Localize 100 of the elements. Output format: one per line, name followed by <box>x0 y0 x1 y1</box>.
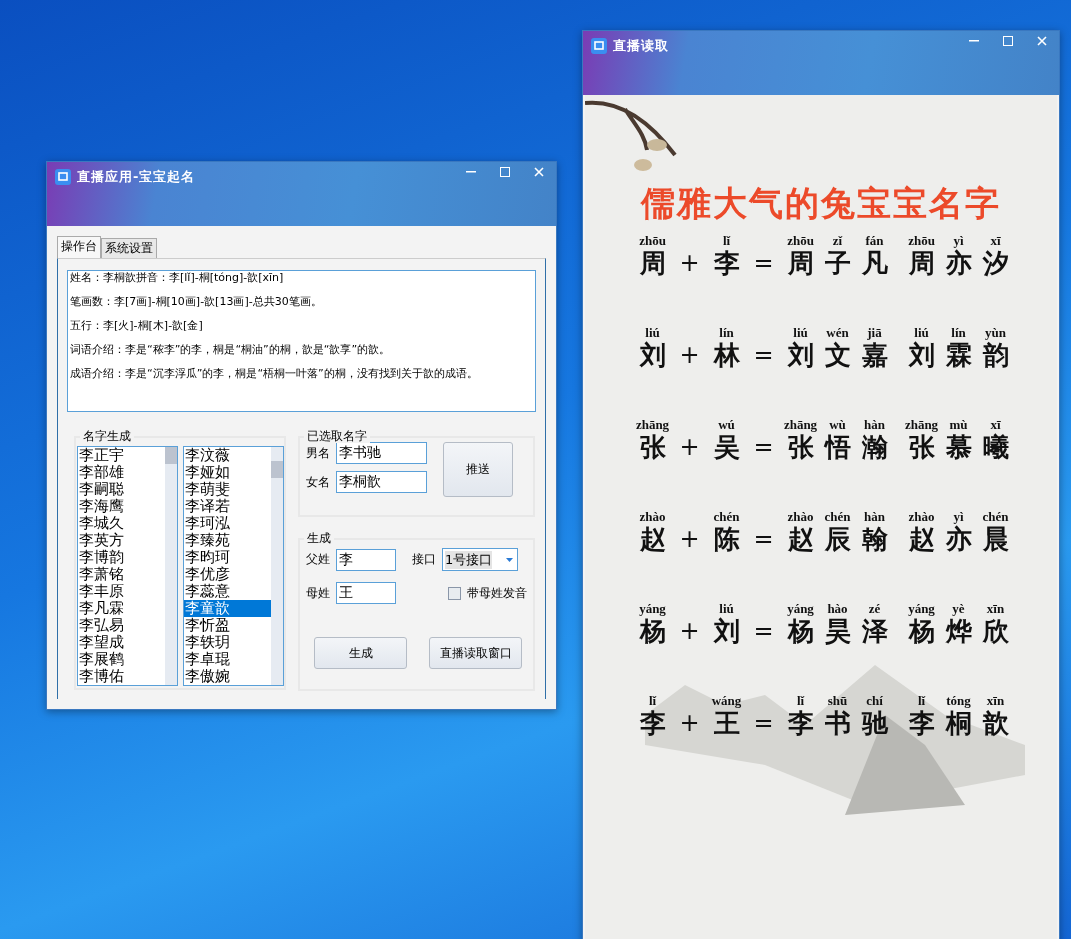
hanzi-text: 书 <box>824 708 851 738</box>
list-item[interactable]: 李傲婉 <box>184 668 272 685</box>
hanzi-text: 慕 <box>945 432 972 462</box>
list-item[interactable]: 李蕊意 <box>184 583 272 600</box>
pinyin-text: yùn <box>985 325 1006 340</box>
list-item[interactable]: 李优彦 <box>184 566 272 583</box>
hanzi-text: 杨 <box>787 616 814 646</box>
app-icon <box>55 169 71 185</box>
info-text-area[interactable]: 姓名：李桐歆拼音：李[lǐ]-桐[tóng]-歆[xīn] 笔画数：李[7画]-桐[10画]-歆[13画]-总共30笔画。 五行：李[火]-桐[木]-歆[金] 词语介绍：李是“秾李”的李，桐是“桐油”的桐，歆是“歆享”的歆。 成语介绍：李是“沉李浮瓜”的李，桐是“梧桐一叶落”的桐，没有找到关于歆的成语。 <box>67 270 536 412</box>
list-item[interactable]: 李珂泓 <box>184 515 272 532</box>
list-item[interactable]: 李娅如 <box>184 464 272 481</box>
name-list[interactable]: 李正宇 李部雄 李嗣聪 李海鹰 李城久 李英方 李博韵 李萧铭 李丰原 李凡霖 李弘易 李望成 李展鹤 李博佑 <box>77 446 178 686</box>
list-item[interactable]: 李城久 <box>78 515 166 532</box>
tab[interactable]: 操作台 <box>57 236 101 258</box>
hanzi-text: 周 <box>908 248 935 278</box>
list-item[interactable]: 李望成 <box>78 634 166 651</box>
list-item[interactable]: 李昀珂 <box>184 549 272 566</box>
hanzi-text: 亦 <box>945 524 972 554</box>
push-button[interactable]: 推送 <box>443 442 513 497</box>
list-item[interactable]: 李轶玥 <box>184 634 272 651</box>
list-item[interactable]: 李海鹰 <box>78 498 166 515</box>
maximize-icon <box>1003 36 1013 46</box>
window-title: 直播读取 <box>613 37 669 55</box>
pinyin-text: wén <box>826 325 849 340</box>
hanzi-text: 悟 <box>824 432 851 462</box>
hanzi-text: 亦 <box>945 248 972 278</box>
list-item[interactable]: 李童歆 <box>184 600 272 617</box>
minimize-icon <box>969 40 979 42</box>
plus-sign: + <box>678 248 701 278</box>
pinyin-text: zhào <box>787 509 814 524</box>
pinyin-text: hào <box>827 601 848 616</box>
input-field[interactable]: 王 <box>336 582 396 604</box>
close-icon <box>534 167 544 177</box>
list-item[interactable]: 李弘易 <box>78 617 166 634</box>
pinyin-text: wáng <box>711 693 742 708</box>
equals-sign: = <box>752 432 775 462</box>
list-item[interactable]: 李卓琨 <box>184 651 272 668</box>
list-item[interactable]: 李博韵 <box>78 549 166 566</box>
pinyin-text: chén <box>713 509 740 524</box>
pinyin-text: liú <box>645 325 660 340</box>
hanzi-text: 王 <box>713 708 740 738</box>
pinyin-text: zhào <box>908 509 935 524</box>
checkbox-label: 带母姓发音 <box>467 584 527 602</box>
list-item[interactable]: 李汶薇 <box>184 447 272 464</box>
pinyin-text: zhōu <box>908 233 935 248</box>
list-item[interactable]: 李嗣聪 <box>78 481 166 498</box>
scrollbar[interactable] <box>165 447 177 685</box>
pinyin-text: shū <box>827 693 848 708</box>
input-field[interactable]: 李 <box>336 548 396 571</box>
input-field[interactable]: 李书驰 <box>336 442 427 464</box>
hanzi-text: 张 <box>639 432 666 462</box>
hanzi-text: 赵 <box>908 524 935 554</box>
hanzi-text: 翰 <box>861 524 888 554</box>
checkbox[interactable] <box>448 586 461 600</box>
hanzi-text: 李 <box>908 708 935 738</box>
list-item[interactable]: 李博佑 <box>78 668 166 685</box>
pinyin-text: yáng <box>908 601 935 616</box>
field-label: 女名 <box>306 473 330 491</box>
list-item[interactable]: 李展鹤 <box>78 651 166 668</box>
name-list[interactable]: 李汶薇 李娅如 李萌斐 李译若 李珂泓 李臻苑 李昀珂 李优彦 李蕊意 李童歆 李忻盈 李轶玥 李卓琨 李傲婉 <box>183 446 284 686</box>
hanzi-text: 烨 <box>945 616 972 646</box>
list-item[interactable]: 李忻盈 <box>184 617 272 634</box>
pinyin-text: zhōu <box>639 233 666 248</box>
list-item[interactable]: 李英方 <box>78 532 166 549</box>
pinyin-text: yè <box>952 601 965 616</box>
pinyin-text: chí <box>866 693 883 708</box>
scroll-thumb[interactable] <box>271 461 283 478</box>
list-item[interactable]: 李译若 <box>184 498 272 515</box>
action-button[interactable]: 生成 <box>314 637 407 669</box>
hanzi-text: 汐 <box>982 248 1009 278</box>
pinyin-text: zǐ <box>832 233 843 248</box>
list-item[interactable]: 李臻苑 <box>184 532 272 549</box>
hanzi-text: 杨 <box>908 616 935 646</box>
port-dropdown[interactable]: 1号接口 <box>442 548 518 571</box>
hanzi-text: 陈 <box>713 524 740 554</box>
scroll-thumb[interactable] <box>165 447 177 464</box>
list-item[interactable]: 李丰原 <box>78 583 166 600</box>
field-label: 接口 <box>412 551 436 568</box>
input-field[interactable]: 李桐歆 <box>336 471 427 493</box>
tab[interactable]: 系统设置 <box>101 238 157 258</box>
pinyin-text: lǐ <box>722 233 731 248</box>
info-line: 五行：李[火]-桐[木]-歆[金] <box>70 319 204 332</box>
dropdown-arrow-icon <box>506 557 513 562</box>
pinyin-text: chén <box>982 509 1009 524</box>
pinyin-text: zhào <box>639 509 666 524</box>
list-item[interactable]: 李萧铭 <box>78 566 166 583</box>
hanzi-text: 李 <box>713 248 740 278</box>
hanzi-text: 杨 <box>639 616 666 646</box>
pinyin-text: xī <box>990 233 1001 248</box>
hanzi-text: 桐 <box>945 708 972 738</box>
list-item[interactable]: 李萌斐 <box>184 481 272 498</box>
hanzi-text: 晨 <box>982 524 1009 554</box>
hanzi-text: 辰 <box>824 524 851 554</box>
list-item[interactable]: 李部雄 <box>78 464 166 481</box>
list-item[interactable]: 李正宇 <box>78 447 166 464</box>
scrollbar[interactable] <box>271 447 283 685</box>
action-button[interactable]: 直播读取窗口 <box>429 637 522 669</box>
list-item[interactable]: 李凡霖 <box>78 600 166 617</box>
hanzi-text: 李 <box>639 708 666 738</box>
hanzi-text: 刘 <box>787 340 814 370</box>
